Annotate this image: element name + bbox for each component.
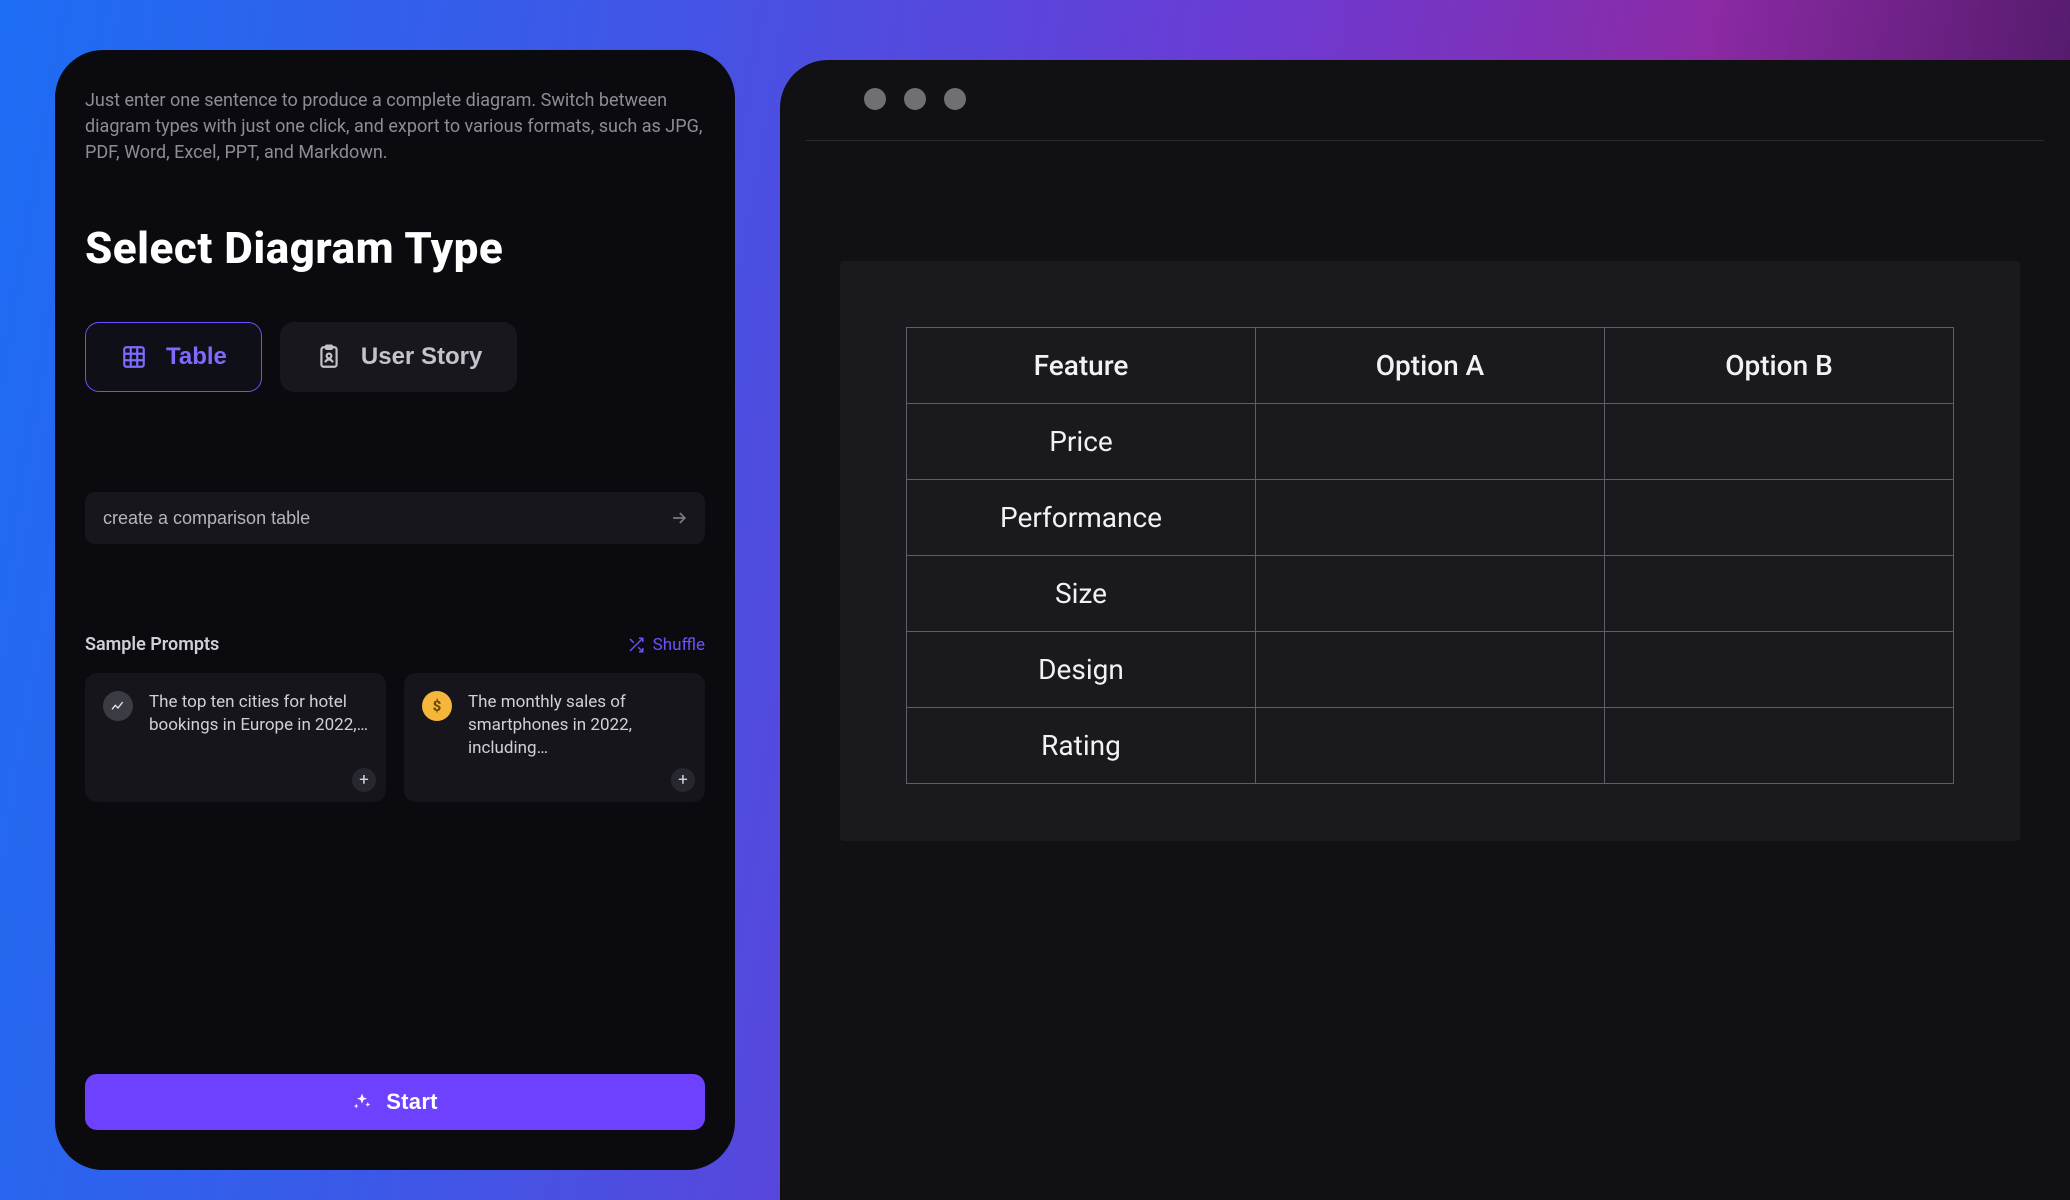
- prompt-input-container: [85, 492, 705, 544]
- sample-card[interactable]: $ The monthly sales of smartphones in 20…: [404, 673, 705, 802]
- col-option-b: Option B: [1605, 328, 1954, 404]
- add-sample-button[interactable]: +: [671, 768, 695, 792]
- sparkle-icon: [352, 1092, 372, 1112]
- chart-badge-icon: [103, 691, 133, 721]
- window-dot[interactable]: [904, 88, 926, 110]
- cell: [1256, 480, 1605, 556]
- sample-card-text: The monthly sales of smartphones in 2022…: [468, 691, 687, 760]
- user-story-icon: [315, 343, 343, 371]
- shuffle-label: Shuffle: [653, 635, 705, 655]
- row-label: Rating: [907, 708, 1256, 784]
- type-userstory-button[interactable]: User Story: [280, 322, 517, 392]
- submit-arrow-icon[interactable]: [665, 504, 693, 532]
- page-title: Select Diagram Type: [85, 222, 705, 274]
- comparison-table: Feature Option A Option B PricePerforman…: [906, 327, 1954, 784]
- cell: [1256, 708, 1605, 784]
- preview-window: Feature Option A Option B PricePerforman…: [780, 60, 2070, 1200]
- diagram-config-panel: Just enter one sentence to produce a com…: [55, 50, 735, 1170]
- row-label: Size: [907, 556, 1256, 632]
- table-icon: [120, 343, 148, 371]
- samples-header: Sample Prompts Shuffle: [85, 634, 705, 655]
- sample-card-text: The top ten cities for hotel bookings in…: [149, 691, 368, 737]
- window-dot[interactable]: [864, 88, 886, 110]
- sample-card[interactable]: The top ten cities for hotel bookings in…: [85, 673, 386, 802]
- add-sample-button[interactable]: +: [352, 768, 376, 792]
- table-row: Rating: [907, 708, 1954, 784]
- intro-text: Just enter one sentence to produce a com…: [85, 88, 705, 166]
- prompt-input[interactable]: [103, 508, 653, 529]
- col-option-a: Option A: [1256, 328, 1605, 404]
- type-table-label: Table: [166, 343, 227, 371]
- cell: [1605, 556, 1954, 632]
- cell: [1256, 556, 1605, 632]
- table-header-row: Feature Option A Option B: [907, 328, 1954, 404]
- row-label: Price: [907, 404, 1256, 480]
- cell: [1605, 404, 1954, 480]
- preview-canvas: Feature Option A Option B PricePerforman…: [840, 261, 2020, 841]
- divider: [806, 140, 2044, 141]
- window-dot[interactable]: [944, 88, 966, 110]
- type-userstory-label: User Story: [361, 343, 482, 371]
- shuffle-icon: [627, 636, 645, 654]
- row-label: Performance: [907, 480, 1256, 556]
- diagram-type-selector: Table User Story: [85, 322, 705, 392]
- cell: [1605, 708, 1954, 784]
- type-table-button[interactable]: Table: [85, 322, 262, 392]
- start-label: Start: [386, 1089, 438, 1115]
- samples-label: Sample Prompts: [85, 634, 219, 655]
- col-feature: Feature: [907, 328, 1256, 404]
- row-label: Design: [907, 632, 1256, 708]
- table-row: Design: [907, 632, 1954, 708]
- cell: [1256, 632, 1605, 708]
- start-button[interactable]: Start: [85, 1074, 705, 1130]
- table-row: Size: [907, 556, 1954, 632]
- coin-badge-icon: $: [422, 691, 452, 721]
- cell: [1605, 480, 1954, 556]
- sample-cards: The top ten cities for hotel bookings in…: [85, 673, 705, 802]
- table-row: Performance: [907, 480, 1954, 556]
- table-row: Price: [907, 404, 1954, 480]
- window-controls: [780, 88, 2070, 110]
- cell: [1605, 632, 1954, 708]
- cell: [1256, 404, 1605, 480]
- shuffle-button[interactable]: Shuffle: [627, 635, 705, 655]
